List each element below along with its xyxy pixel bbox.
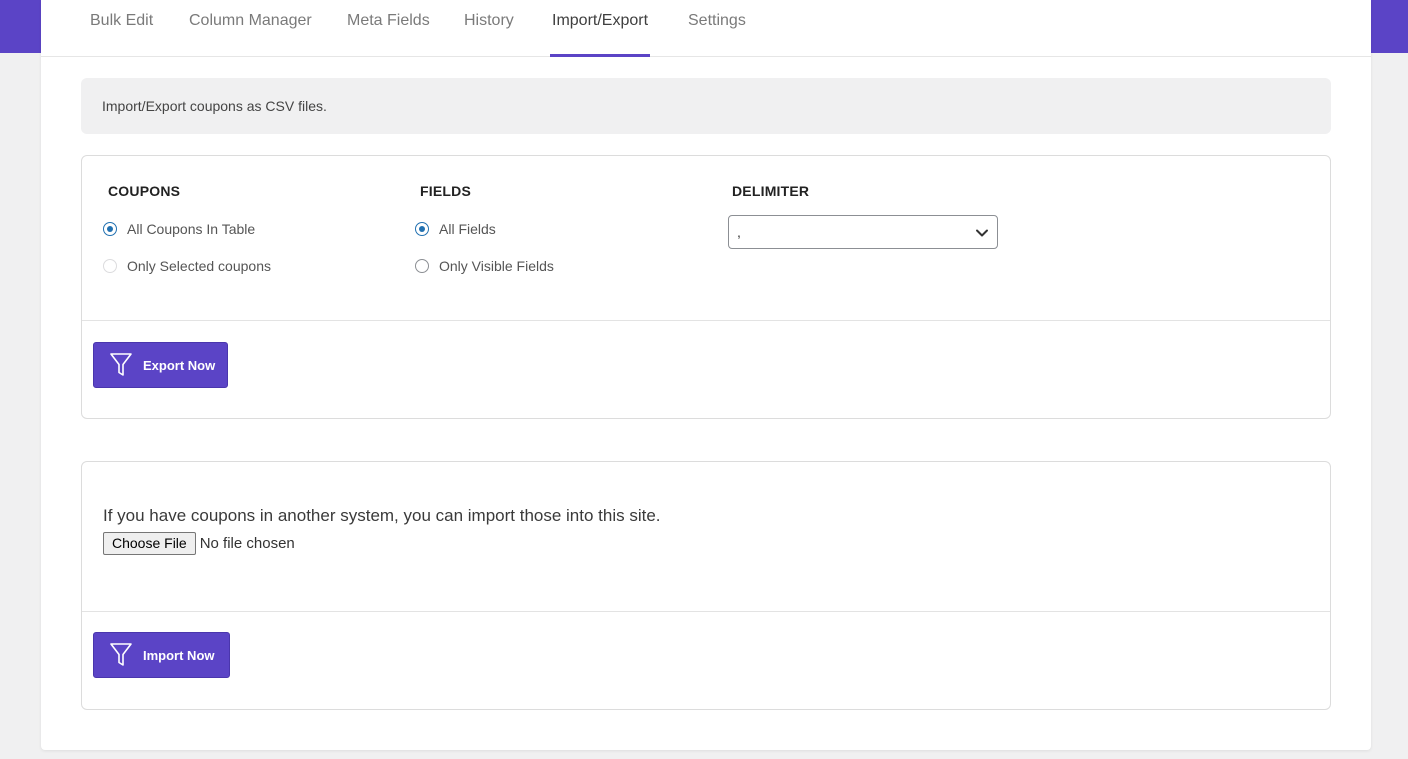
chevron-down-icon [976,229,988,237]
tab-bulk-edit[interactable]: Bulk Edit [90,0,153,56]
radio-unchecked-icon[interactable] [415,259,429,273]
panel-divider [82,611,1330,612]
background-band-left [0,0,41,53]
info-notice: Import/Export coupons as CSV files. [81,78,1331,134]
export-now-button[interactable]: Export Now [93,342,228,388]
radio-all-coupons[interactable]: All Coupons In Table [103,219,271,239]
panel-divider [82,320,1330,321]
fields-column: FIELDS All Fields Only Visible Fields [415,183,554,293]
import-panel: If you have coupons in another system, y… [81,461,1331,710]
background-band-right [1370,0,1408,53]
radio-all-fields[interactable]: All Fields [415,219,554,239]
radio-checked-icon[interactable] [415,222,429,236]
radio-checked-icon[interactable] [103,222,117,236]
import-now-label: Import Now [143,647,215,663]
delimiter-column: DELIMITER [732,183,809,219]
export-now-label: Export Now [143,357,216,373]
radio-label: Only Selected coupons [127,258,271,274]
delimiter-select[interactable]: , [728,215,998,249]
fields-title: FIELDS [420,183,471,199]
tab-meta-fields[interactable]: Meta Fields [347,0,430,56]
radio-label: Only Visible Fields [439,258,554,274]
file-status: No file chosen [199,535,295,552]
file-input: Choose File No file chosen [103,532,295,555]
main-card: Bulk Edit Column Manager Meta Fields His… [41,0,1371,750]
coupons-column: COUPONS All Coupons In Table Only Select… [103,183,271,293]
radio-label: All Fields [439,221,496,237]
filter-icon [110,643,132,666]
radio-unchecked-icon[interactable] [103,259,117,273]
export-panel: COUPONS All Coupons In Table Only Select… [81,155,1331,419]
tab-settings[interactable]: Settings [688,0,746,56]
tab-bar: Bulk Edit Column Manager Meta Fields His… [41,0,1371,57]
radio-selected-coupons[interactable]: Only Selected coupons [103,256,271,276]
delimiter-value: , [737,224,741,240]
radio-visible-fields[interactable]: Only Visible Fields [415,256,554,276]
filter-icon [110,353,132,376]
import-description: If you have coupons in another system, y… [103,506,661,525]
tab-column-manager[interactable]: Column Manager [189,0,312,56]
import-now-button[interactable]: Import Now [93,632,230,678]
radio-label: All Coupons In Table [127,221,256,237]
coupons-title: COUPONS [108,183,181,199]
tab-import-export[interactable]: Import/Export [549,0,651,57]
choose-file-button[interactable]: Choose File [103,532,196,555]
delimiter-title: DELIMITER [732,183,810,199]
tab-history[interactable]: History [464,0,514,56]
